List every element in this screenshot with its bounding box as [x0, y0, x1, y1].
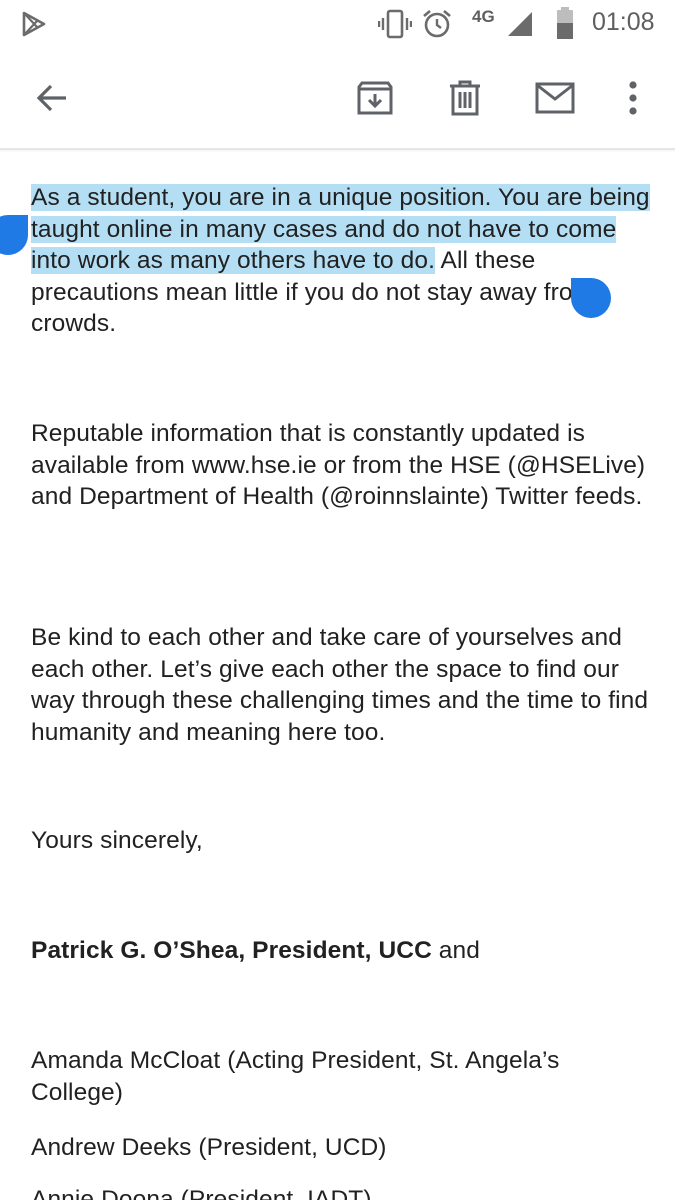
- email-body[interactable]: As a student, you are in a unique positi…: [0, 152, 675, 1200]
- alarm-icon: [423, 10, 451, 38]
- paragraph-reputable-info: Reputable information that is constantly…: [31, 418, 651, 513]
- vibrate-icon: [378, 9, 412, 39]
- archive-button[interactable]: [347, 70, 403, 126]
- signature-amanda-mccloat: Amanda McCloat (Acting President, St. An…: [31, 1045, 631, 1108]
- back-button[interactable]: [24, 70, 80, 126]
- archive-icon: [357, 81, 393, 115]
- back-arrow-icon: [36, 84, 66, 112]
- signature-annie-doona: Annie Doona (President, IADT): [31, 1184, 651, 1200]
- paragraph-text: Be kind to each other and take care of y…: [31, 624, 649, 746]
- status-bar: 4G 01:08: [0, 0, 675, 48]
- signature-andrew-deeks: Andrew Deeks (President, UCD): [31, 1132, 651, 1164]
- delete-button[interactable]: [437, 70, 493, 126]
- signature-primary: Patrick G. O’Shea, President, UCC and: [31, 935, 651, 967]
- selected-text[interactable]: As a student, you are in a unique positi…: [31, 184, 650, 274]
- mark-unread-button[interactable]: [527, 70, 583, 126]
- signal-icon: [508, 12, 532, 36]
- network-type: 4G: [472, 7, 495, 26]
- selection-start-handle[interactable]: [0, 215, 28, 255]
- paragraph-be-kind: Be kind to each other and take care of y…: [31, 622, 651, 748]
- signature-text: Amanda McCloat (Acting President, St. An…: [31, 1047, 560, 1106]
- selection-end-handle[interactable]: [571, 278, 611, 318]
- battery-icon: [557, 7, 573, 39]
- more-vert-icon: [629, 81, 637, 115]
- play-store-icon: [22, 11, 46, 37]
- paragraph-precautions: As a student, you are in a unique positi…: [31, 182, 651, 340]
- status-time: 01:08: [592, 8, 655, 36]
- trash-icon: [450, 80, 480, 116]
- closing-text: Yours sincerely,: [31, 827, 203, 854]
- signature-conjunction: and: [431, 937, 480, 964]
- signature-name: Patrick G. O’Shea, President, UCC: [31, 937, 432, 964]
- more-options-button[interactable]: [605, 70, 661, 126]
- closing-line: Yours sincerely,: [31, 825, 651, 857]
- paragraph-text: Reputable information that is constantly…: [31, 420, 646, 510]
- signature-text: Annie Doona (President, IADT): [31, 1186, 372, 1200]
- signature-text: Andrew Deeks (President, UCD): [31, 1134, 387, 1161]
- email-toolbar: [0, 48, 675, 150]
- mail-icon: [535, 82, 575, 114]
